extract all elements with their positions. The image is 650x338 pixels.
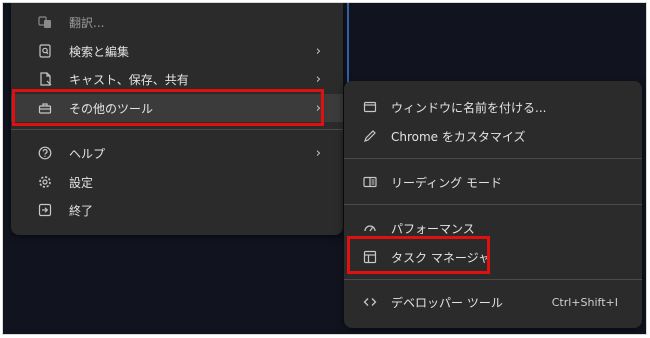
menu-item-exit[interactable]: 終了 (11, 196, 343, 224)
translate-icon (37, 14, 53, 30)
exit-icon (37, 202, 53, 218)
menu-item-label: 終了 (69, 203, 94, 218)
menu-item-settings[interactable]: 設定 (11, 168, 343, 196)
menu-item-reading-mode[interactable]: リーディング モード (344, 168, 642, 196)
highlight-more-tools (12, 89, 324, 126)
menu-item-customize-chrome[interactable]: Chrome をカスタマイズ (344, 122, 642, 150)
reading-mode-icon (362, 174, 378, 190)
menu-item-label: ウィンドウに名前を付ける... (391, 100, 547, 115)
browser-window: 翻訳... 検索と編集 › キャスト、保存、共有 › その他のツール › ヘルプ… (2, 2, 647, 335)
menu-item-translate[interactable]: 翻訳... (11, 8, 343, 36)
menu-item-name-window[interactable]: ウィンドウに名前を付ける... (344, 93, 642, 121)
more-tools-submenu: ウィンドウに名前を付ける... Chrome をカスタマイズ リーディング モー… (344, 81, 642, 328)
menu-separator (344, 204, 642, 205)
menu-item-label: ヘルプ (69, 146, 106, 161)
menu-item-developer-tools[interactable]: デベロッパー ツール Ctrl+Shift+I (344, 288, 642, 316)
help-icon (37, 145, 53, 161)
menu-item-label: Chrome をカスタマイズ (391, 129, 526, 144)
gear-icon (37, 174, 53, 190)
chevron-right-icon: › (315, 145, 321, 161)
cast-save-share-icon (37, 71, 53, 87)
menu-item-label: 設定 (69, 175, 94, 190)
menu-item-label: デベロッパー ツール (391, 295, 503, 310)
menu-separator (11, 129, 343, 130)
search-page-icon (37, 43, 53, 59)
menu-item-label: キャスト、保存、共有 (69, 72, 189, 87)
speedometer-icon (362, 220, 378, 236)
chevron-right-icon: › (315, 71, 321, 87)
menu-item-help[interactable]: ヘルプ › (11, 139, 343, 167)
highlight-task-manager (347, 236, 490, 274)
menu-item-label: 検索と編集 (69, 44, 130, 59)
menu-separator (344, 279, 642, 280)
shortcut-label: Ctrl+Shift+I (551, 295, 618, 309)
menu-item-label: リーディング モード (391, 175, 502, 190)
chevron-right-icon: › (315, 43, 321, 59)
window-divider (347, 3, 349, 83)
menu-item-label: 翻訳... (69, 15, 105, 30)
pencil-icon (362, 128, 378, 144)
menu-item-search-edit[interactable]: 検索と編集 › (11, 37, 343, 65)
menu-separator (344, 158, 642, 159)
menu-item-label: パフォーマンス (391, 221, 475, 236)
code-icon (362, 294, 378, 310)
window-icon (362, 99, 378, 115)
